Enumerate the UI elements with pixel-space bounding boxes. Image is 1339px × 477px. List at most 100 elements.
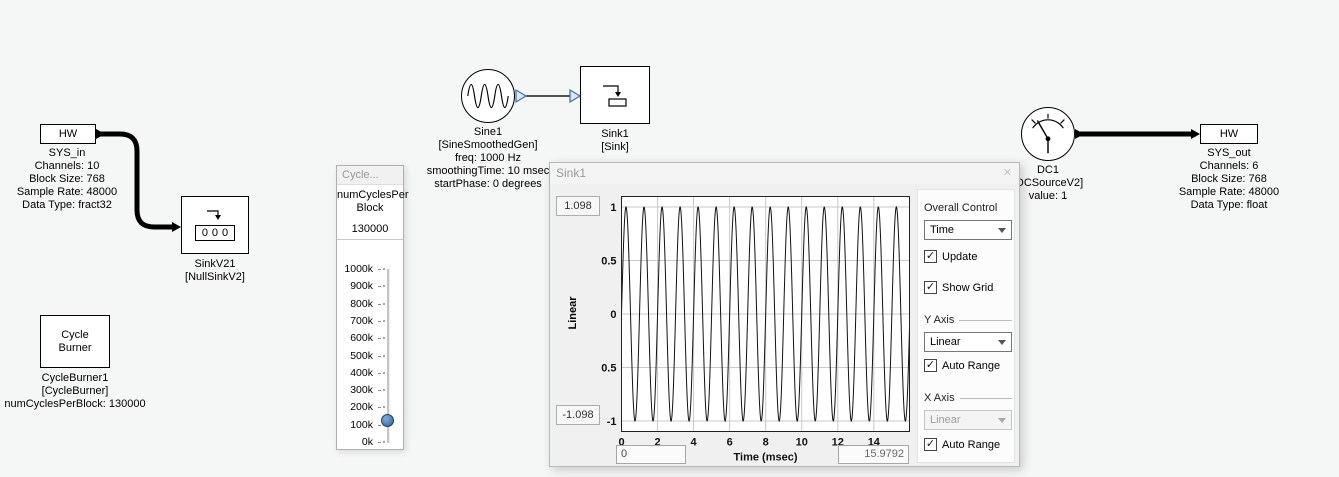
svg-text:0.5: 0.5	[601, 255, 616, 267]
block-prop: Sample Rate: 48000	[1169, 186, 1289, 199]
sine-wave-icon	[462, 69, 514, 123]
slider-tick-label: 800k	[337, 296, 373, 313]
slider-tick-label: 700k	[337, 313, 373, 330]
update-checkbox-row: ✓ Update	[924, 250, 977, 263]
slider-tick-label: 0k	[337, 434, 373, 451]
slider-value-display[interactable]: 130000	[337, 223, 403, 235]
waveform-plot: 0246810121410.50-0.5-1Time (msec)	[601, 191, 913, 463]
block-prop: Block Size: 768	[7, 173, 127, 186]
overall-control-dropdown[interactable]: Time	[924, 220, 1012, 240]
svg-text:4: 4	[691, 437, 698, 449]
slider-tick: 300k	[337, 382, 403, 399]
slider-tick-label: 900k	[337, 278, 373, 295]
x-auto-range-checkbox-row: ✓ Auto Range	[924, 438, 1000, 451]
slider-handle[interactable]	[381, 414, 394, 427]
check-icon: ✓	[926, 251, 935, 262]
slider-scale: 1000k900k800k700k600k500k400k300k200k100…	[337, 261, 403, 447]
block-prop: Data Type: float	[1169, 199, 1289, 212]
block-name: CycleBurner1	[0, 372, 150, 385]
inspector-titlebar[interactable]: Cycle...	[337, 166, 403, 185]
slider-tick: 1000k	[337, 261, 403, 278]
block-sys-in[interactable]: HW	[40, 124, 96, 144]
check-icon: ✓	[926, 439, 935, 450]
slider-tick: 500k	[337, 348, 403, 365]
block-cycleburner[interactable]: Cycle Burner	[40, 315, 110, 368]
sys-in-labels: SYS_in Channels: 10 Block Size: 768 Samp…	[7, 147, 127, 212]
slider-tick-label: 400k	[337, 365, 373, 382]
sink-icon	[599, 81, 631, 109]
y-auto-range-checkbox-row: ✓ Auto Range	[924, 359, 1000, 372]
y-axis-label: Linear	[567, 263, 579, 363]
cycleburner-labels: CycleBurner1 [CycleBurner] numCyclesPerB…	[0, 372, 150, 411]
show-grid-checkbox[interactable]: ✓	[924, 281, 937, 294]
block-type: [NullSinkV2]	[165, 271, 265, 284]
block-sink1[interactable]	[580, 66, 650, 124]
slider-tick: 700k	[337, 313, 403, 330]
svg-text:0: 0	[610, 309, 616, 321]
slider-tick-label: 1000k	[337, 261, 373, 278]
block-sinkv21[interactable]: 000	[181, 196, 249, 254]
slider-tick-label: 600k	[337, 330, 373, 347]
slider-param-label: numCyclesPer Block	[337, 189, 403, 215]
dc1-output-port-icon[interactable]	[1075, 129, 1084, 139]
block-name: SYS_out	[1169, 147, 1289, 160]
y-max-value-box[interactable]: 1.098	[556, 196, 600, 216]
sinkv21-input-port-icon[interactable]	[172, 222, 181, 232]
sys-out-input-port-icon[interactable]	[1191, 129, 1200, 139]
slider-tick: 200k	[337, 399, 403, 416]
block-name: Sink1	[575, 128, 655, 141]
chevron-down-icon	[998, 228, 1006, 233]
sine1-labels: Sine1 [SineSmoothedGen] freq: 1000 Hz sm…	[418, 126, 558, 191]
check-icon: ✓	[926, 282, 935, 293]
inspector-title: Cycle...	[342, 169, 379, 181]
sink1-input-port-icon[interactable]	[570, 90, 580, 102]
block-type: [Sink]	[575, 141, 655, 154]
x-auto-range-label: Auto Range	[942, 439, 1000, 451]
overall-control-label: Overall Control	[924, 202, 997, 214]
block-sine1[interactable]	[461, 69, 515, 123]
x-axis-dropdown: Linear	[924, 410, 1012, 430]
slider-tick: 0k	[337, 434, 403, 451]
close-icon[interactable]: ✕	[1003, 166, 1012, 179]
svg-text:8: 8	[763, 437, 769, 449]
slider-tick-label: 300k	[337, 382, 373, 399]
sine1-output-port-icon[interactable]	[516, 90, 526, 102]
block-type: [SineSmoothedGen]	[418, 139, 558, 152]
slider-tick-label: 500k	[337, 348, 373, 365]
x-auto-range-checkbox[interactable]: ✓	[924, 438, 937, 451]
y-auto-range-label: Auto Range	[942, 360, 1000, 372]
update-checkbox-label: Update	[942, 251, 977, 263]
svg-text:1: 1	[610, 202, 616, 214]
sinkv21-value-display: 000	[195, 225, 235, 241]
block-dc1[interactable]	[1021, 107, 1075, 161]
block-sys-out-title: HW	[1220, 128, 1238, 140]
cycleburner-inspector-panel: Cycle... numCyclesPer Block 130000 1000k…	[336, 165, 404, 450]
block-sys-in-title: HW	[59, 128, 77, 140]
window-titlebar[interactable]: Sink1 ✕	[550, 163, 1019, 184]
y-auto-range-checkbox[interactable]: ✓	[924, 359, 937, 372]
sink1-plot-window: Sink1 ✕ 1.098 -1.098 Linear 024681012141…	[549, 162, 1020, 467]
show-grid-checkbox-label: Show Grid	[942, 282, 993, 294]
show-grid-checkbox-row: ✓ Show Grid	[924, 281, 993, 294]
block-name: SinkV21	[165, 258, 265, 271]
slider-tick-label: 200k	[337, 399, 373, 416]
slider-tick: 900k	[337, 278, 403, 295]
y-min-value-box[interactable]: -1.098	[556, 405, 600, 425]
slider-tick-label: 100k	[337, 417, 373, 434]
block-sys-out[interactable]: HW	[1200, 124, 1258, 144]
chevron-down-icon	[998, 340, 1006, 345]
svg-text:-1: -1	[607, 416, 617, 428]
audio-weaver-canvas: HW SYS_in Channels: 10 Block Size: 768 S…	[0, 0, 1339, 477]
sink1-labels: Sink1 [Sink]	[575, 128, 655, 154]
x-max-input[interactable]: 15.9792	[838, 445, 909, 464]
x-min-input[interactable]: 0	[616, 445, 686, 464]
y-axis-group-header: Y Axis	[924, 314, 1012, 326]
sinkv21-labels: SinkV21 [NullSinkV2]	[165, 258, 265, 284]
update-checkbox[interactable]: ✓	[924, 250, 937, 263]
sys-in-output-port-icon[interactable]	[96, 129, 105, 139]
y-axis-dropdown[interactable]: Linear	[924, 332, 1012, 352]
slider-tick: 600k	[337, 330, 403, 347]
block-prop: smoothingTime: 10 msec	[418, 165, 558, 178]
cycleburner-label: Burner	[58, 342, 91, 355]
check-icon: ✓	[926, 360, 935, 371]
